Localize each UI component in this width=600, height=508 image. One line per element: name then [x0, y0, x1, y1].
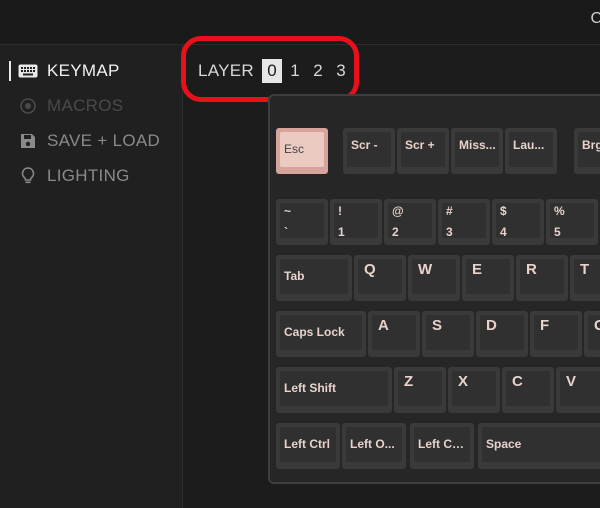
key-t[interactable]: T	[570, 255, 600, 301]
sidebar-item-keymap[interactable]: KEYMAP	[9, 58, 120, 84]
sidebar-item-label: MACROS	[47, 96, 124, 115]
key-s[interactable]: S	[422, 311, 474, 357]
key-x[interactable]: X	[448, 367, 500, 413]
key-left-command[interactable]: Left Co...	[410, 423, 474, 469]
key-3[interactable]: # 3	[438, 199, 490, 245]
key-5[interactable]: % 5	[546, 199, 598, 245]
layer-button-2[interactable]: 2	[308, 59, 328, 83]
key-tab[interactable]: Tab	[276, 255, 352, 301]
key-left-option[interactable]: Left O...	[342, 423, 406, 469]
key-esc[interactable]: Esc	[276, 128, 328, 174]
key-c[interactable]: C	[502, 367, 554, 413]
keyboard-icon	[18, 61, 38, 81]
sidebar-item-macros[interactable]: MACROS	[10, 93, 123, 119]
key-1[interactable]: ! 1	[330, 199, 382, 245]
sidebar-item-save-load[interactable]: SAVE + LOAD	[10, 128, 160, 154]
layer-selector: LAYER 0 1 2 3	[198, 58, 354, 84]
layer-button-0[interactable]: 0	[262, 59, 282, 83]
key-left-ctrl[interactable]: Left Ctrl	[276, 423, 340, 469]
layer-label: LAYER	[198, 61, 254, 80]
lightbulb-icon	[18, 166, 38, 186]
sidebar: KEYMAP MACROS SAVE + LOAD LIGHTING	[0, 45, 183, 508]
key-screen-brightness-up[interactable]: Scr +	[397, 128, 449, 174]
key-q[interactable]: Q	[354, 255, 406, 301]
key-z[interactable]: Z	[394, 367, 446, 413]
key-r[interactable]: R	[516, 255, 568, 301]
keyboard-layout: Esc Scr - Scr + Miss... Lau... Brg ~ ` !…	[268, 94, 600, 484]
sidebar-item-lighting[interactable]: LIGHTING	[10, 163, 130, 189]
key-space[interactable]: Space	[478, 423, 600, 469]
key-g[interactable]: G	[584, 311, 600, 357]
key-f[interactable]: F	[530, 311, 582, 357]
sidebar-item-label: LIGHTING	[47, 166, 130, 185]
sidebar-item-label: SAVE + LOAD	[47, 131, 161, 150]
save-icon	[18, 131, 38, 151]
key-d[interactable]: D	[476, 311, 528, 357]
key-a[interactable]: A	[368, 311, 420, 357]
layer-button-1[interactable]: 1	[285, 59, 305, 83]
key-v[interactable]: V	[556, 367, 600, 413]
key-4[interactable]: $ 4	[492, 199, 544, 245]
key-2[interactable]: @ 2	[384, 199, 436, 245]
key-launchpad[interactable]: Lau...	[505, 128, 557, 174]
sidebar-item-label: KEYMAP	[47, 61, 120, 80]
key-screen-brightness-down[interactable]: Scr -	[343, 128, 395, 174]
top-bar-clipped-text: C	[590, 10, 600, 27]
key-grave[interactable]: ~ `	[276, 199, 328, 245]
key-w[interactable]: W	[408, 255, 460, 301]
key-backlight[interactable]: Brg	[574, 128, 600, 174]
layer-button-3[interactable]: 3	[331, 59, 351, 83]
key-caps-lock[interactable]: Caps Lock	[276, 311, 366, 357]
key-mission-control[interactable]: Miss...	[451, 128, 503, 174]
key-e[interactable]: E	[462, 255, 514, 301]
top-bar: C	[0, 0, 600, 45]
key-left-shift[interactable]: Left Shift	[276, 367, 392, 413]
macro-icon	[18, 96, 38, 116]
